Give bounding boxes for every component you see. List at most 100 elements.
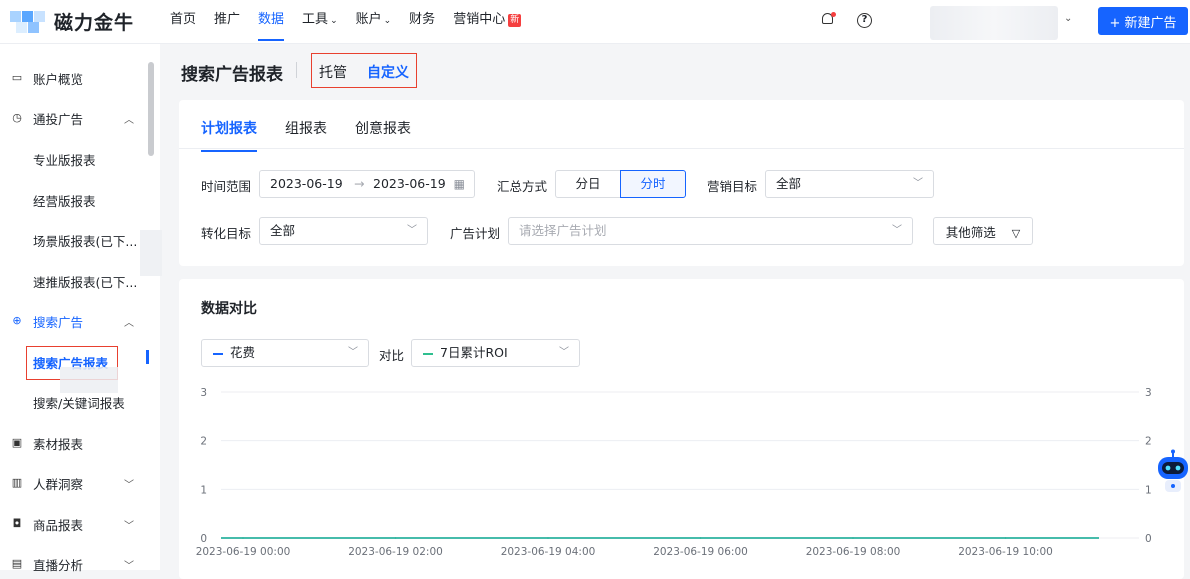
comparison-title: 数据对比	[201, 301, 257, 317]
chevron-down-icon: ﹀	[407, 225, 417, 236]
images-icon: ▣	[11, 436, 23, 449]
active-indicator	[146, 350, 149, 364]
bar-chart-icon: ▥	[11, 476, 23, 489]
sidebar-item-live-analysis[interactable]: ▤ 直播分析 ﹀	[0, 549, 145, 579]
sidebar-item-quick-report[interactable]: 速推版报表(已下...	[0, 266, 145, 296]
chevron-down-icon: ⌄	[330, 16, 338, 26]
data-point	[1004, 537, 1007, 539]
chevron-down-icon: ﹀	[124, 479, 134, 491]
redacted-block	[60, 367, 118, 393]
ad-plan-label: 广告计划	[450, 226, 501, 241]
sidebar-item-search-ads[interactable]: ⊕ 搜索广告 ︿	[0, 306, 145, 336]
tabs-divider	[179, 148, 1184, 149]
bag-icon: ◘	[12, 517, 22, 530]
conversion-goal-select[interactable]: 全部 ﹀	[259, 217, 428, 245]
sidebar: ▭ 账户概览 ◷ 通投广告 ︿ 专业版报表 经营版报表 场景版报表(已下... …	[0, 44, 160, 573]
notification-dot	[831, 12, 836, 17]
logo-mark-icon	[10, 10, 48, 33]
x-tick-label: 2023-06-19 06:00	[653, 546, 748, 558]
new-ad-button[interactable]: + 新建广告	[1098, 7, 1188, 35]
chevron-down-icon: ﹀	[124, 560, 134, 572]
y-tick-label-right: 2	[1145, 436, 1152, 448]
y-tick-label-left: 3	[200, 387, 207, 399]
bell-icon[interactable]	[820, 12, 836, 28]
chevron-down-icon[interactable]: ⌄	[1064, 13, 1072, 24]
divider	[296, 62, 297, 78]
x-tick-label: 2023-06-19 08:00	[806, 546, 901, 558]
nav-tools[interactable]: 工具 ⌄	[302, 0, 338, 44]
start-date: 2023-06-19	[270, 176, 343, 191]
new-badge: 新	[508, 14, 522, 27]
sidebar-scrollbar[interactable]	[148, 62, 154, 156]
x-tick-label: 2023-06-19 02:00	[348, 546, 443, 558]
sidebar-item-product-report[interactable]: ◘ 商品报表 ﹀	[0, 509, 145, 539]
chevron-up-icon: ︿	[124, 114, 134, 126]
legend-line-green	[423, 353, 433, 355]
nav-promotion[interactable]: 推广	[214, 0, 240, 44]
metric-b-select[interactable]: 7日累计ROI ﹀	[411, 339, 580, 367]
y-tick-label-left: 2	[200, 436, 207, 448]
data-point	[699, 537, 702, 539]
chevron-down-icon: ﹀	[124, 520, 134, 532]
sidebar-item-audience-insight[interactable]: ▥ 人群洞察 ﹀	[0, 468, 145, 498]
data-point	[394, 537, 397, 539]
summary-option-daily[interactable]: 分日	[555, 170, 621, 198]
y-tick-label-right: 0	[1145, 533, 1152, 545]
y-tick-label-right: 3	[1145, 387, 1152, 399]
chevron-down-icon: ﹀	[913, 178, 923, 189]
filter-icon: ▽	[1011, 226, 1021, 240]
page-title: 搜索广告报表	[181, 65, 283, 85]
y-tick-label-left: 0	[200, 533, 207, 545]
time-range-label: 时间范围	[201, 179, 252, 194]
nav-finance[interactable]: 财务	[409, 0, 435, 44]
data-point	[242, 537, 244, 539]
clock-icon: ◷	[12, 111, 22, 124]
y-tick-label-right: 1	[1145, 484, 1152, 496]
tv-icon: ▤	[11, 557, 23, 570]
compare-label: 对比	[379, 348, 405, 363]
monitor-icon: ▭	[11, 71, 23, 84]
assistant-robot-icon[interactable]	[1154, 449, 1190, 495]
x-tick-label: 2023-06-19 10:00	[958, 546, 1053, 558]
tab-group-report[interactable]: 组报表	[285, 118, 327, 152]
x-tick-label: 2023-06-19 00:00	[196, 546, 291, 558]
marketing-goal-label: 营销目标	[707, 179, 758, 194]
mode-switch: 托管 自定义	[311, 53, 417, 88]
summary-label: 汇总方式	[497, 179, 548, 194]
sidebar-item-general-ads[interactable]: ◷ 通投广告 ︿	[0, 103, 145, 133]
sidebar-item-business-report[interactable]: 经营版报表	[0, 185, 145, 215]
sidebar-item-account-overview[interactable]: ▭ 账户概览	[0, 63, 145, 93]
chevron-up-icon: ︿	[124, 317, 134, 329]
ad-plan-select[interactable]: 请选择广告计划 ﹀	[508, 217, 913, 245]
nav-home[interactable]: 首页	[170, 0, 196, 44]
conversion-goal-label: 转化目标	[201, 226, 252, 241]
tab-creative-report[interactable]: 创意报表	[355, 118, 411, 152]
report-tabs: 计划报表 组报表 创意报表	[201, 118, 439, 152]
chevron-down-icon: ⌄	[383, 16, 392, 26]
data-point	[547, 537, 549, 539]
main-nav: 首页 推广 数据 工具 ⌄ 账户 ⌄ 财务 营销中心新	[170, 0, 539, 44]
sidebar-item-scene-report[interactable]: 场景版报表(已下...	[0, 225, 145, 255]
end-date: 2023-06-19	[373, 176, 446, 191]
metric-a-select[interactable]: 花费 ﹀	[201, 339, 369, 367]
data-point	[852, 537, 854, 539]
legend-line-blue	[213, 353, 223, 355]
nav-data[interactable]: 数据	[258, 0, 285, 44]
other-filter-button[interactable]: 其他筛选 ▽	[933, 217, 1033, 245]
mode-tab-custom[interactable]: 自定义	[367, 62, 409, 82]
sidebar-item-material-report[interactable]: ▣ 素材报表	[0, 428, 145, 458]
account-info-blurred[interactable]	[930, 6, 1058, 40]
x-tick-label: 2023-06-19 04:00	[501, 546, 596, 558]
summary-option-hourly[interactable]: 分时	[620, 170, 686, 198]
calendar-icon: ▦	[453, 177, 465, 191]
sidebar-item-pro-report[interactable]: 专业版报表	[0, 144, 145, 174]
help-icon[interactable]: ?	[857, 13, 872, 28]
mode-tab-managed[interactable]: 托管	[319, 62, 347, 82]
tab-plan-report[interactable]: 计划报表	[201, 118, 257, 152]
marketing-goal-select[interactable]: 全部 ﹀	[765, 170, 934, 198]
nav-account[interactable]: 账户 ⌄	[356, 0, 392, 44]
app-logo[interactable]: 磁力金牛	[10, 8, 134, 35]
nav-marketing-center[interactable]: 营销中心新	[453, 0, 522, 44]
date-range-picker[interactable]: 2023-06-19 → 2023-06-19 ▦	[259, 170, 475, 198]
top-navigation-bar: 磁力金牛 首页 推广 数据 工具 ⌄ 账户 ⌄ 财务 营销中心新 ? ⌄ + 新建广…	[0, 0, 1190, 44]
